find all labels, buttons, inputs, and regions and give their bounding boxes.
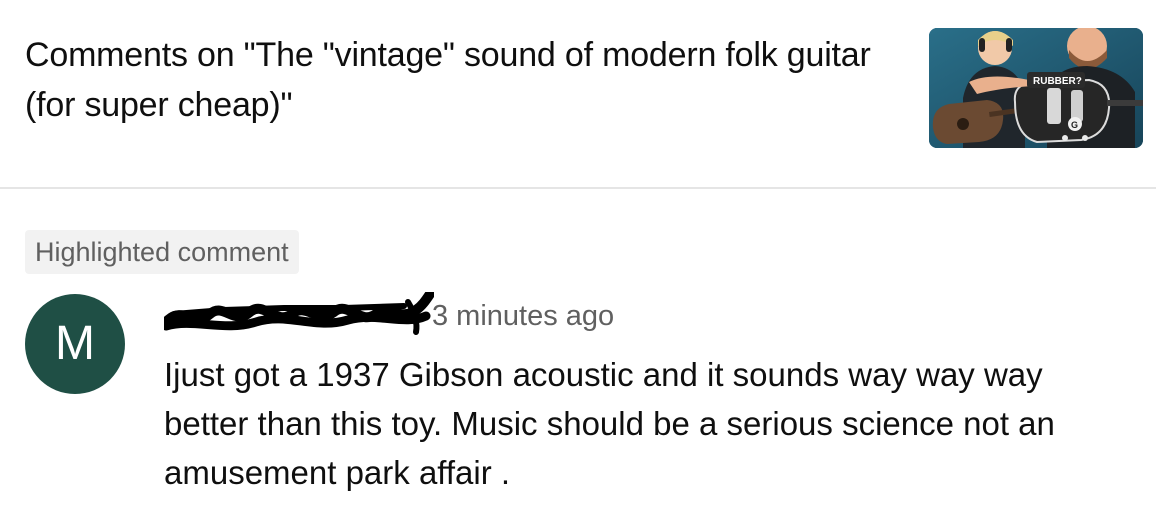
comment-meta: 3 minutes ago (164, 292, 764, 342)
comments-header: Comments on "The "vintage" sound of mode… (0, 0, 1156, 188)
video-thumbnail[interactable]: G RUBBER? (929, 28, 1143, 148)
guitar-logo: G (1071, 120, 1078, 130)
comment-timestamp[interactable]: 3 minutes ago (432, 298, 614, 334)
thumbnail-caption: RUBBER? (1033, 76, 1082, 87)
page-title: Comments on "The "vintage" sound of mode… (25, 36, 871, 124)
redacted-username (164, 292, 434, 335)
highlighted-comment-badge: Highlighted comment (25, 230, 299, 274)
comment-text: Ijust got a 1937 Gibson acoustic and it … (164, 356, 1055, 491)
header-divider (0, 187, 1156, 189)
thumbnail-image: G RUBBER? (929, 28, 1143, 148)
avatar[interactable]: M (25, 294, 125, 394)
